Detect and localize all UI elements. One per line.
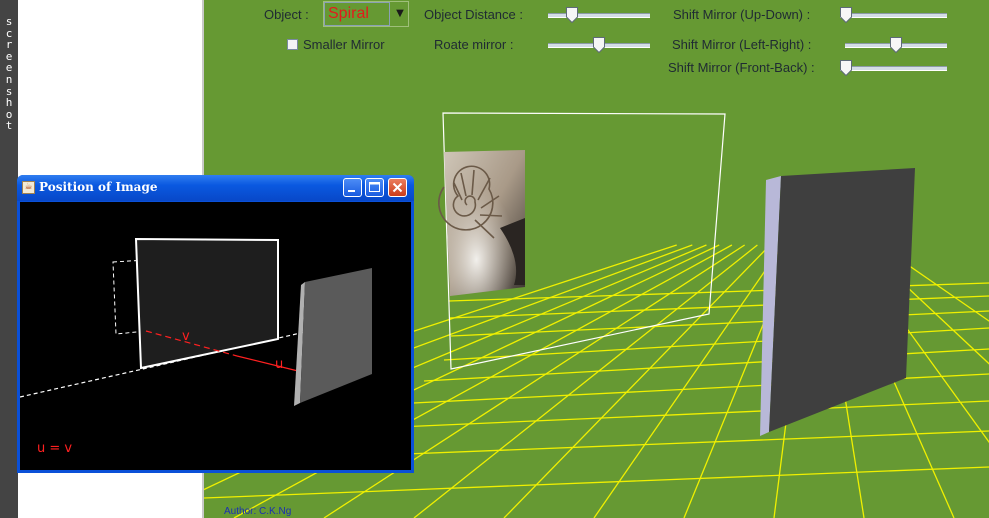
smaller-mirror-label: Smaller Mirror <box>303 37 385 52</box>
shift-updown-label: Shift Mirror (Up-Down) : <box>673 7 811 22</box>
position-of-image-window[interactable]: ☕ Position of Image v u u = v <box>17 175 414 473</box>
window-titlebar[interactable]: ☕ Position of Image <box>17 175 414 201</box>
diagram-mirror-panel <box>300 268 372 403</box>
grid-line <box>593 244 784 518</box>
rotate-mirror-slider[interactable] <box>548 37 650 53</box>
window-title: Position of Image <box>39 180 158 194</box>
equation-label: u = v <box>37 441 72 456</box>
label-v: v <box>182 329 190 344</box>
shift-frontback-label: Shift Mirror (Front-Back) : <box>668 60 815 75</box>
maximize-icon <box>369 182 380 192</box>
slider-track <box>840 13 947 18</box>
chevron-down-icon[interactable]: ▼ <box>392 2 408 26</box>
object-label: Object : <box>264 7 309 22</box>
slider-track <box>548 13 650 18</box>
shift-updown-slider[interactable] <box>840 7 947 23</box>
diagram-image-plane <box>134 237 279 370</box>
maximize-button[interactable] <box>365 178 384 197</box>
mirror-panel <box>769 168 915 432</box>
slider-thumb[interactable] <box>566 7 578 23</box>
object-distance-label: Object Distance : <box>424 7 523 22</box>
position-diagram-canvas[interactable]: v u u = v <box>20 202 411 470</box>
label-u: u <box>275 357 283 372</box>
screenshot-tab-char: h <box>5 96 13 110</box>
position-diagram: v u u = v <box>20 237 372 456</box>
minimize-button[interactable] <box>343 178 362 197</box>
shift-frontback-slider[interactable] <box>840 60 947 76</box>
author-credit: Author: C.K.Ng <box>224 506 292 517</box>
screenshot-tab-char: s <box>5 15 13 28</box>
screenshot-tab-char: t <box>5 119 13 133</box>
slider-track <box>840 66 947 71</box>
slider-thumb[interactable] <box>890 37 902 53</box>
rotate-mirror-label: Roate mirror : <box>434 37 514 52</box>
screenshot-side-tab[interactable]: screenshot <box>0 0 18 518</box>
distance-u-line <box>236 355 299 372</box>
minimize-icon <box>348 190 355 192</box>
slider-thumb[interactable] <box>840 60 852 76</box>
slider-thumb[interactable] <box>593 37 605 53</box>
shift-leftright-label: Shift Mirror (Left-Right) : <box>672 37 812 52</box>
close-button[interactable] <box>388 178 407 197</box>
object-select-value: Spiral <box>324 2 390 26</box>
screenshot-tab-text: screenshot <box>0 16 18 132</box>
java-app-icon: ☕ <box>22 181 35 194</box>
shell-object-image <box>438 150 525 296</box>
object-distance-slider[interactable] <box>548 7 650 23</box>
object-select[interactable]: Spiral ▼ <box>323 1 409 27</box>
smaller-mirror-checkbox[interactable] <box>287 39 298 50</box>
screenshot-tab-char: n <box>5 72 13 86</box>
shift-leftright-slider[interactable] <box>845 37 947 53</box>
close-icon <box>392 182 403 193</box>
slider-thumb[interactable] <box>840 7 852 23</box>
